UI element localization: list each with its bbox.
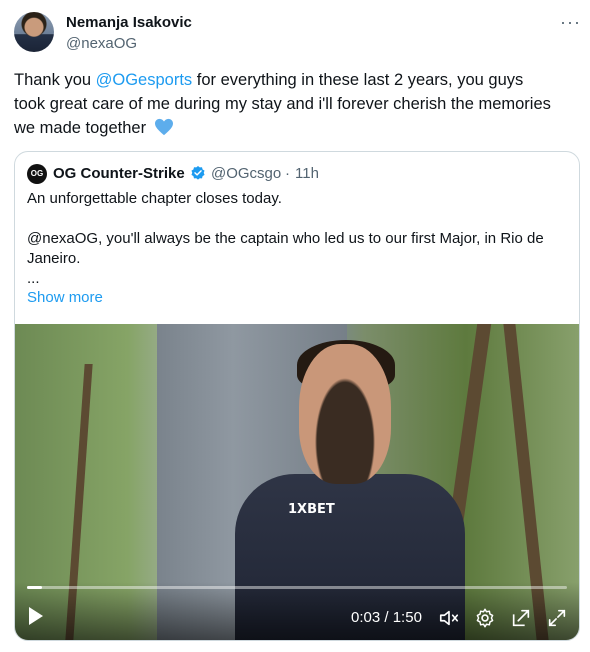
quoted-author-name[interactable]: OG Counter-Strike xyxy=(53,165,185,182)
more-options-icon[interactable]: ··· xyxy=(560,12,581,33)
tweet: Nemanja Isakovic @nexaOG ··· Thank you @… xyxy=(0,0,590,652)
pop-out-icon[interactable] xyxy=(510,607,532,629)
jersey-sponsor: 1XBET xyxy=(288,502,335,517)
show-more-link[interactable]: Show more xyxy=(27,289,103,306)
quoted-text-line: An unforgettable chapter closes today. xyxy=(27,190,282,207)
author-name[interactable]: Nemanja Isakovic xyxy=(66,14,192,31)
play-icon[interactable] xyxy=(29,607,43,625)
quoted-text-line: ... xyxy=(27,270,40,287)
video-progress-bar[interactable] xyxy=(27,586,567,589)
tweet-text: Thank you @OGesports for everything in t… xyxy=(14,68,554,140)
quoted-timestamp[interactable]: 11h xyxy=(295,165,319,182)
verified-badge-icon xyxy=(191,166,205,180)
quoted-avatar[interactable]: OG xyxy=(27,164,47,184)
quoted-author-handle[interactable]: @OGcsgo xyxy=(211,165,281,182)
quoted-text-line: @nexaOG, you'll always be the captain wh… xyxy=(27,230,544,247)
duration: 1:50 xyxy=(392,609,422,626)
author-avatar[interactable] xyxy=(14,12,54,52)
blue-heart-icon xyxy=(154,118,173,136)
video-player[interactable]: 1XBET 0:03 / 1:50 xyxy=(15,324,579,640)
player-face xyxy=(299,344,391,484)
quoted-text-line: Janeiro. xyxy=(27,250,81,267)
mention-link[interactable]: @OGesports xyxy=(96,71,193,89)
author-handle[interactable]: @nexaOG xyxy=(66,35,137,52)
mute-icon[interactable] xyxy=(438,607,460,629)
time-divider: / xyxy=(380,609,393,626)
video-progress-fill xyxy=(27,586,42,589)
current-time: 0:03 xyxy=(351,609,381,626)
tweet-text-part1: Thank you xyxy=(14,71,96,89)
quoted-tweet[interactable]: OG OG Counter-Strike @OGcsgo · 11h An un… xyxy=(14,151,580,641)
fullscreen-icon[interactable] xyxy=(546,607,568,629)
video-time: 0:03 / 1:50 xyxy=(351,609,422,626)
time-separator: · xyxy=(285,165,290,182)
settings-icon[interactable] xyxy=(474,607,496,629)
